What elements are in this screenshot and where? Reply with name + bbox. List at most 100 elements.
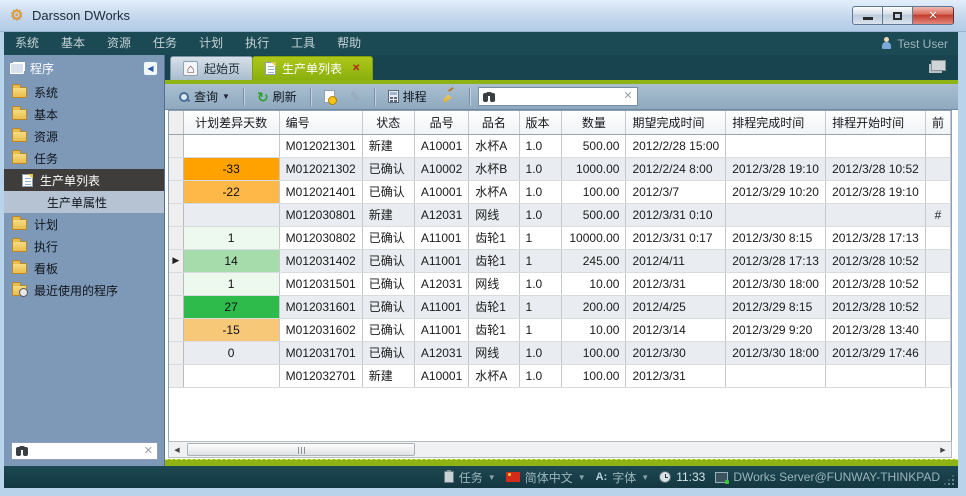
statusbar-task[interactable]: 任务 ▼ — [444, 469, 496, 486]
window-list-icon[interactable] — [931, 60, 946, 71]
tab-close-icon[interactable]: ✕ — [352, 63, 360, 74]
sidebar-item-2[interactable]: 资源 — [4, 125, 164, 147]
cell-due: 2012/3/31 — [626, 272, 726, 295]
table-row[interactable]: M012030801新建A12031网线1.0500.002012/3/31 0… — [169, 203, 951, 226]
statusbar-font[interactable]: A: 字体 ▼ — [596, 469, 650, 486]
sidebar-item-8[interactable]: 看板 — [4, 257, 164, 279]
refresh-button[interactable]: ↻ 刷新 — [252, 86, 302, 107]
new-button[interactable] — [319, 88, 340, 105]
column-header-status[interactable]: 状态 — [362, 111, 414, 134]
table-row[interactable]: 1M012031501已确认A12031网线1.010.002012/3/312… — [169, 272, 951, 295]
row-selector[interactable] — [169, 318, 183, 341]
sidebar-item-5[interactable]: 生产单属性 — [4, 191, 164, 213]
scrollbar-thumb[interactable] — [187, 443, 415, 456]
row-selector[interactable] — [169, 157, 183, 180]
toolbar-search-input[interactable] — [500, 91, 620, 103]
cell-schedEnd: 2012/3/28 19:10 — [726, 157, 826, 180]
font-dropdown-icon[interactable]: ▼ — [641, 473, 649, 482]
sidebar-item-6[interactable]: 计划 — [4, 213, 164, 235]
sidebar-item-label: 生产单属性 — [47, 194, 107, 211]
table-row[interactable]: -15M012031602已确认A11001齿轮1110.002012/3/14… — [169, 318, 951, 341]
sidebar-item-4[interactable]: 生产单列表 — [4, 169, 164, 191]
sidebar-search: ✕ — [11, 442, 158, 460]
minimize-button[interactable] — [852, 6, 882, 25]
scroll-left-icon[interactable]: ◀ — [169, 442, 185, 457]
toolbar-search-clear-icon[interactable]: ✕ — [623, 91, 632, 102]
cell-extra — [925, 295, 950, 318]
menu-item-4[interactable]: 计划 — [188, 32, 234, 55]
menu-item-1[interactable]: 基本 — [50, 32, 96, 55]
statusbar-language[interactable]: 简体中文 ▼ — [506, 469, 586, 486]
cell-qty: 10.00 — [562, 272, 626, 295]
column-header-diff[interactable]: 计划差异天数 — [183, 111, 279, 134]
cell-itemName: 水杯B — [469, 157, 519, 180]
tab-1[interactable]: 生产单列表✕ — [252, 56, 373, 80]
sidebar-search-input[interactable] — [29, 445, 144, 457]
close-button[interactable]: ✕ — [912, 6, 954, 25]
column-header-itemName[interactable]: 品名 — [469, 111, 519, 134]
cell-due: 2012/3/7 — [626, 180, 726, 203]
row-selector[interactable] — [169, 203, 183, 226]
schedule-button[interactable]: 排程 — [383, 86, 432, 107]
menu-item-2[interactable]: 资源 — [96, 32, 142, 55]
menu-item-0[interactable]: 系统 — [4, 32, 50, 55]
row-selector[interactable] — [169, 341, 183, 364]
menu-item-7[interactable]: 帮助 — [326, 32, 372, 55]
sidebar-item-7[interactable]: 执行 — [4, 235, 164, 257]
column-header-orderNo[interactable]: 编号 — [279, 111, 362, 134]
column-header-schedEnd[interactable]: 排程完成时间 — [726, 111, 826, 134]
menu-item-6[interactable]: 工具 — [280, 32, 326, 55]
column-header-extra[interactable]: 前 — [925, 111, 950, 134]
row-selector[interactable] — [169, 226, 183, 249]
tabstrip: ⌂起始页生产单列表✕ — [165, 55, 958, 80]
sidebar-item-0[interactable]: 系统 — [4, 81, 164, 103]
column-header-itemNo[interactable]: 品号 — [414, 111, 468, 134]
sidebar-search-clear-icon[interactable]: ✕ — [144, 446, 153, 457]
user-indicator[interactable]: Test User — [881, 32, 948, 55]
row-selector[interactable] — [169, 295, 183, 318]
cell-status: 已确认 — [362, 249, 414, 272]
language-dropdown-icon[interactable]: ▼ — [578, 473, 586, 482]
cell-diff: 27 — [183, 295, 279, 318]
table-row[interactable]: -22M012021401已确认A10001水杯A1.0100.002012/3… — [169, 180, 951, 203]
maximize-button[interactable] — [882, 6, 912, 25]
statusbar: 任务 ▼ 简体中文 ▼ A: 字体 ▼ 11:33 DWorks Server@… — [4, 466, 958, 488]
folder-icon — [12, 109, 27, 120]
row-selector[interactable] — [169, 364, 183, 387]
scroll-right-icon[interactable]: ▶ — [935, 442, 951, 457]
cell-schedEnd — [726, 364, 826, 387]
row-selector[interactable] — [169, 134, 183, 157]
table-row[interactable]: 1M012030802已确认A11001齿轮1110000.002012/3/3… — [169, 226, 951, 249]
column-header-due[interactable]: 期望完成时间 — [626, 111, 726, 134]
cell-orderNo: M012032701 — [279, 364, 362, 387]
menu-item-5[interactable]: 执行 — [234, 32, 280, 55]
row-selector[interactable] — [169, 272, 183, 295]
sidebar-item-9[interactable]: 最近使用的程序 — [4, 279, 164, 301]
current-row-marker[interactable]: ▶ — [169, 249, 183, 272]
sidebar-item-3[interactable]: 任务 — [4, 147, 164, 169]
toolbar-separator — [243, 88, 244, 106]
table-row[interactable]: M012032701新建A10001水杯A1.0100.002012/3/31 — [169, 364, 951, 387]
column-header-version[interactable]: 版本 — [519, 111, 562, 134]
cell-due: 2012/3/14 — [626, 318, 726, 341]
task-dropdown-icon[interactable]: ▼ — [488, 473, 496, 482]
table-row[interactable]: 27M012031601已确认A11001齿轮11200.002012/4/25… — [169, 295, 951, 318]
query-button[interactable]: 查询 ▼ — [173, 86, 235, 107]
column-header-schedStart[interactable]: 排程开始时间 — [826, 111, 926, 134]
query-dropdown-icon[interactable]: ▼ — [222, 92, 230, 101]
table-row[interactable]: ▶14M012031402已确认A11001齿轮11245.002012/4/1… — [169, 249, 951, 272]
resize-grip-icon[interactable] — [944, 475, 954, 485]
cell-qty: 100.00 — [562, 180, 626, 203]
row-selector[interactable] — [169, 180, 183, 203]
tab-0[interactable]: ⌂起始页 — [170, 56, 253, 80]
horizontal-scrollbar[interactable]: ◀ ▶ — [168, 441, 952, 458]
column-header-qty[interactable]: 数量 — [562, 111, 626, 134]
edit-button[interactable]: ✎ — [345, 87, 366, 107]
table-row[interactable]: 0M012031701已确认A12031网线1.0100.002012/3/30… — [169, 341, 951, 364]
table-row[interactable]: -33M012021302已确认A10002水杯B1.01000.002012/… — [169, 157, 951, 180]
clean-button[interactable] — [437, 88, 461, 106]
sidebar-collapse-button[interactable]: ◀ — [143, 61, 158, 76]
table-row[interactable]: M012021301新建A10001水杯A1.0500.002012/2/28 … — [169, 134, 951, 157]
menu-item-3[interactable]: 任务 — [142, 32, 188, 55]
sidebar-item-1[interactable]: 基本 — [4, 103, 164, 125]
